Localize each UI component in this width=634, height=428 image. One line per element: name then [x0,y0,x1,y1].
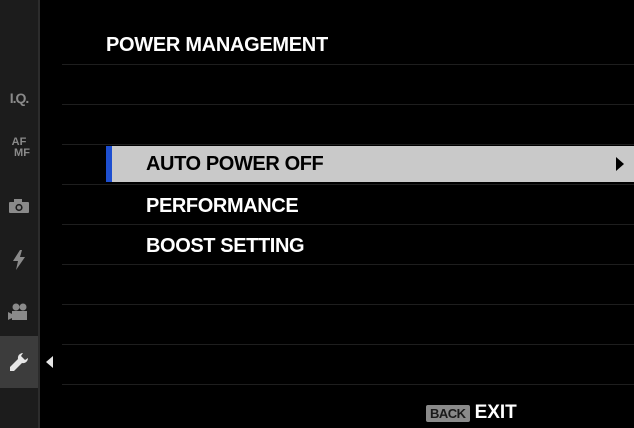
row-divider [62,304,634,305]
menu-item-auto-power-off[interactable]: AUTO POWER OFF [106,146,634,182]
row-divider [62,144,634,145]
image-quality-icon: I.Q. [9,90,30,106]
footer-hint: BACK EXIT [426,400,517,426]
camera-icon [9,199,29,213]
menu-item-label: BOOST SETTING [146,234,305,257]
menu-item-performance[interactable]: PERFORMANCE [106,188,634,224]
category-strip-divider [38,0,40,428]
row-divider [62,104,634,105]
row-divider [62,224,634,225]
row-divider [62,184,634,185]
tab-flash[interactable] [0,240,38,280]
menu-item-label: PERFORMANCE [146,194,299,217]
selection-marker [106,146,112,182]
menu-item-label: AUTO POWER OFF [146,152,324,175]
row-divider [62,344,634,345]
row-divider [62,264,634,265]
tab-movie[interactable] [0,292,38,332]
menu-category-strip: I.Q. AF MF [0,0,40,428]
tab-shooting[interactable] [0,186,38,226]
row-divider [62,64,634,65]
page-title: POWER MANAGEMENT [106,34,328,56]
movie-camera-icon [8,303,27,320]
row-divider [62,384,634,385]
back-button-icon[interactable]: BACK [426,404,470,422]
menu-item-boost-setting[interactable]: BOOST SETTING [106,228,634,264]
wrench-icon [10,352,29,371]
flash-icon [13,250,25,270]
submenu-arrow-icon [616,157,624,171]
tab-setup[interactable] [0,336,38,388]
af-mf-icon: AF MF [11,136,30,159]
tab-image-quality[interactable]: I.Q. [0,78,38,118]
tab-af-mf[interactable]: AF MF [0,128,38,168]
camera-menu-screen: I.Q. AF MF POWER MANAGEMENT AUTO POWER O… [0,0,634,428]
exit-label: EXIT [474,402,517,423]
active-tab-pointer-icon [46,356,53,368]
